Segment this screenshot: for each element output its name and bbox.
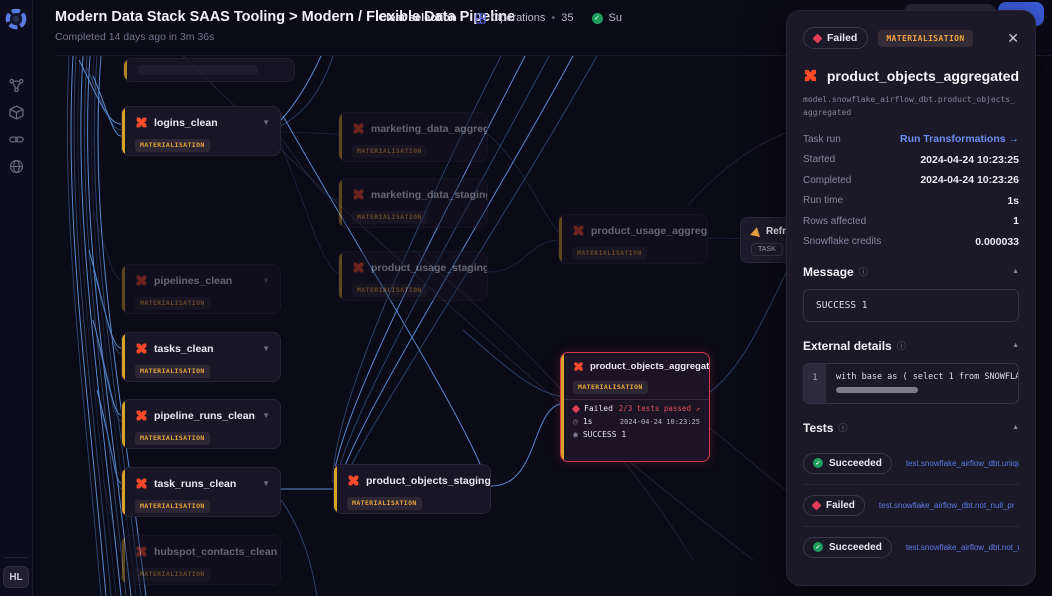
failed-diamond-icon <box>813 33 823 43</box>
operations-counter: Operations • 35 <box>475 12 574 24</box>
run-status-subtitle: Completed 14 days ago in 3m 36s <box>55 31 214 43</box>
test-status-badge: ✓ Succeeded <box>803 453 892 474</box>
horizontal-scrollbar[interactable] <box>836 387 918 393</box>
app-logo[interactable] <box>5 8 27 30</box>
dbt-icon <box>572 224 585 237</box>
dbt-icon <box>135 274 148 287</box>
graph-node-pipelines-clean[interactable]: pipelines_clean ▼ MATERIALISATION <box>121 264 281 314</box>
succeeded-counter: ✓ Su <box>592 12 622 24</box>
failed-diamond-icon <box>812 500 822 510</box>
dbt-icon <box>135 342 148 355</box>
run-transformations-link[interactable]: Run Transformations → <box>900 133 1019 145</box>
graph-node-tasks-clean[interactable]: tasks_clean ▼ MATERIALISATION <box>121 332 281 382</box>
graph-node-product-objects-staging[interactable]: product_objects_staging ▼ MATERIALISATIO… <box>333 464 491 514</box>
dbt-icon <box>135 409 148 422</box>
collapse-icon[interactable]: ▲ <box>1012 342 1019 349</box>
message-heading: Message <box>803 265 854 279</box>
info-icon[interactable]: ⓘ <box>897 339 906 352</box>
graph-node-task-runs-clean[interactable]: task_runs_clean ▼ MATERIALISATION <box>121 467 281 517</box>
graph-node-logins-clean[interactable]: logins_clean ▼ MATERIALISATION <box>121 106 281 156</box>
chevron-down-icon[interactable]: ▼ <box>262 344 270 353</box>
link-icon[interactable] <box>9 132 24 147</box>
test-link[interactable]: test.snowflake_airflow_dbt.unique_pro <box>906 459 1019 468</box>
collapse-icon[interactable]: ▲ <box>1012 424 1019 431</box>
test-status-badge: ✓ Succeeded <box>803 537 892 558</box>
panel-title: product_objects_aggregated <box>827 68 1019 84</box>
success-check-icon: ✓ <box>813 458 823 468</box>
tests-heading: Tests <box>803 421 833 435</box>
success-check-icon: ✓ <box>813 542 823 552</box>
test-row: ✓ Succeeded test.snowflake_airflow_dbt.n… <box>803 526 1019 568</box>
status-badge: Failed <box>803 27 868 49</box>
test-row: ✓ Succeeded test.snowflake_airflow_dbt.u… <box>803 443 1019 484</box>
sidebar: HL <box>0 0 33 596</box>
graph-node-hubspot-contacts-clean[interactable]: hubspot_contacts_clean ▼ MATERIALISATION <box>121 535 281 585</box>
dbt-icon <box>352 188 365 201</box>
graph-node-pipeline-runs-clean[interactable]: pipeline_runs_clean ▼ MATERIALISATION <box>121 399 281 449</box>
graph-node-product-objects-aggregated-selected[interactable]: product_objects_aggregated ▲ MATERIALISA… <box>560 352 710 462</box>
dbt-icon <box>135 116 148 129</box>
close-icon[interactable]: ✕ <box>1007 30 1019 47</box>
task-run-details: Task run Run Transformations → Started 2… <box>803 133 1019 248</box>
chevron-down-icon[interactable]: ▼ <box>262 411 270 420</box>
line-number: 1 <box>804 364 826 403</box>
dbt-icon <box>573 361 584 372</box>
status-circle-icon: ◉ <box>573 430 578 439</box>
dbt-icon <box>135 477 148 490</box>
dbt-icon <box>352 261 365 274</box>
dbt-icon <box>135 545 148 558</box>
test-link[interactable]: test.snowflake_airflow_dbt.not_null_pr <box>906 543 1019 552</box>
user-avatar[interactable]: HL <box>3 566 29 588</box>
test-link[interactable]: test.snowflake_airflow_dbt.not_null_pr <box>879 501 1019 510</box>
graph-node-product-usage-staging[interactable]: product_usage_staging ▼ MATERIALISATION <box>338 251 488 301</box>
tests-summary-link[interactable]: 2/3 tests passed ↗ <box>619 404 700 413</box>
graph-node-marketing-data-aggregated[interactable]: marketing_data_aggregated ▼ MATERIALISAT… <box>338 112 488 162</box>
dbt-icon <box>803 66 818 85</box>
external-details-box: 1 with base as ( select 1 from SNOWFLAKE <box>803 363 1019 404</box>
external-details-heading: External details <box>803 339 892 353</box>
dbt-icon <box>352 122 365 135</box>
task-icon <box>750 226 762 237</box>
chevron-down-icon[interactable]: ▼ <box>262 118 270 127</box>
collapse-icon[interactable]: ▲ <box>1012 268 1019 275</box>
message-box: SUCCESS 1 <box>803 289 1019 322</box>
test-status-badge: Failed <box>803 495 865 516</box>
operations-grid-icon <box>475 13 486 24</box>
cube-icon[interactable] <box>9 105 24 120</box>
chevron-down-icon[interactable]: ▼ <box>262 479 270 488</box>
graph-node-marketing-data-staging[interactable]: marketing_data_staging ▼ MATERIALISATION <box>338 178 488 228</box>
details-panel: Failed MATERIALISATION ✕ product_objects… <box>786 10 1036 586</box>
type-badge: MATERIALISATION <box>878 30 972 47</box>
test-row: Failed test.snowflake_airflow_dbt.not_nu… <box>803 484 1019 526</box>
clear-selection-button[interactable]: Clear selection <box>378 12 456 24</box>
success-check-icon: ✓ <box>592 13 603 24</box>
info-icon[interactable]: ⓘ <box>859 265 868 278</box>
chevron-down-icon[interactable]: ▼ <box>262 276 270 285</box>
graph-node-partial[interactable] <box>123 58 295 82</box>
failed-diamond-icon <box>572 404 580 412</box>
dbt-icon <box>347 474 360 487</box>
tests-list: ✓ Succeeded test.snowflake_airflow_dbt.u… <box>803 443 1019 568</box>
model-path: model.snowflake_airflow_dbt.product_obje… <box>803 93 1019 119</box>
clock-icon: ◷ <box>573 417 578 426</box>
globe-icon[interactable] <box>9 159 24 174</box>
info-icon[interactable]: ⓘ <box>838 421 847 434</box>
graph-node-product-usage-aggregated[interactable]: product_usage_aggregated ▼ MATERIALISATI… <box>558 214 708 264</box>
sidebar-divider <box>3 557 29 558</box>
pipeline-network-icon[interactable] <box>9 78 24 93</box>
code-line: with base as ( select 1 from SNOWFLAKE <box>836 372 1018 382</box>
